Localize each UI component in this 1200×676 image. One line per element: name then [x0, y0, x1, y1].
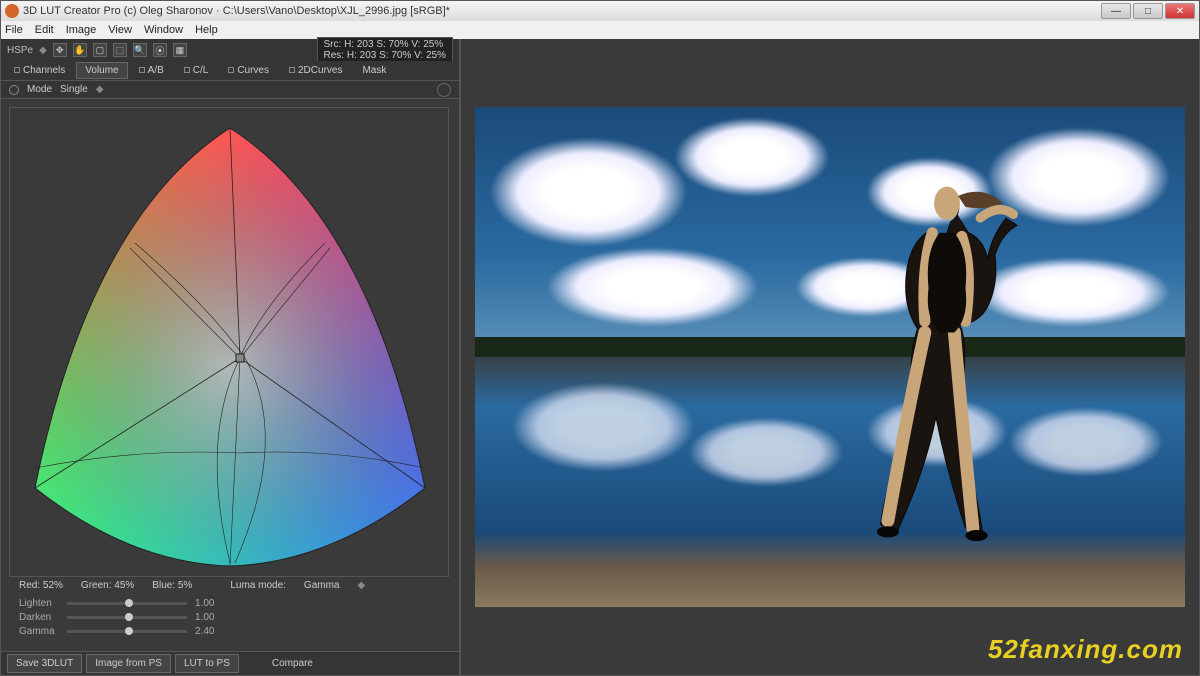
- bottom-bar: Save 3DLUT Image from PS LUT to PS Compa…: [1, 651, 459, 675]
- toolbar: HSPe ◆ ✥ ✋ ▢ ⬚ 🔍 ⦿ ▦ Src: H: 203 S: 70% …: [1, 39, 459, 61]
- tab-cl[interactable]: C/L: [175, 62, 218, 79]
- workspace: HSPe ◆ ✥ ✋ ▢ ⬚ 🔍 ⦿ ▦ Src: H: 203 S: 70% …: [1, 39, 1199, 675]
- tab-2dcurves[interactable]: 2DCurves: [280, 62, 351, 79]
- menu-file[interactable]: File: [5, 24, 23, 36]
- crop-tool-icon[interactable]: ▢: [93, 43, 107, 57]
- close-button[interactable]: ✕: [1165, 3, 1195, 19]
- tab-ab[interactable]: A/B: [130, 62, 173, 79]
- darken-thumb[interactable]: [125, 613, 133, 621]
- grid-tool-icon[interactable]: ▦: [173, 43, 187, 57]
- minimize-button[interactable]: —: [1101, 3, 1131, 19]
- hand-tool-icon[interactable]: ✋: [73, 43, 87, 57]
- lighten-thumb[interactable]: [125, 599, 133, 607]
- lighten-track[interactable]: [67, 602, 187, 605]
- subject-figure: [851, 147, 1036, 577]
- zoom-tool-icon[interactable]: 🔍: [133, 43, 147, 57]
- lut-to-ps-button[interactable]: LUT to PS: [175, 654, 239, 673]
- color-panel: Red: 52% Green: 45% Blue: 5% Luma mode: …: [1, 99, 459, 651]
- gamma-thumb[interactable]: [125, 627, 133, 635]
- eyedropper-tool-icon[interactable]: ⦿: [153, 43, 167, 57]
- slider-darken: Darken 1.00: [19, 610, 441, 624]
- slider-lighten: Lighten 1.00: [19, 596, 441, 610]
- window-title: 3D LUT Creator Pro (c) Oleg Sharonov · C…: [23, 5, 1099, 17]
- mode-label: Mode: [27, 84, 52, 95]
- gamut-triangle[interactable]: [30, 118, 430, 568]
- preview-image: [475, 107, 1185, 607]
- menu-view[interactable]: View: [108, 24, 132, 36]
- tab-mask[interactable]: Mask: [353, 62, 395, 79]
- tabs: Channels Volume A/B C/L Curves 2DCurves …: [1, 61, 459, 81]
- image-from-ps-button[interactable]: Image from PS: [86, 654, 171, 673]
- compare-button[interactable]: Compare: [272, 658, 313, 669]
- maximize-button[interactable]: □: [1133, 3, 1163, 19]
- menu-edit[interactable]: Edit: [35, 24, 54, 36]
- rgb-readout: Red: 52% Green: 45% Blue: 5% Luma mode: …: [9, 577, 451, 594]
- src-info: Src: H: 203 S: 70% V: 25% Res: H: 203 S:…: [317, 37, 453, 63]
- menu-window[interactable]: Window: [144, 24, 183, 36]
- tab-channels[interactable]: Channels: [5, 62, 74, 79]
- mode-bar: Mode Single ◆: [1, 81, 459, 99]
- blue-value: Blue: 5%: [152, 580, 192, 591]
- colorspace-label[interactable]: HSPe: [7, 45, 33, 56]
- sliders: Lighten 1.00 Darken 1.00 Gamma 2.40: [9, 594, 451, 640]
- menubar: File Edit Image View Window Help: [1, 21, 1199, 39]
- luma-mode-label: Luma mode:: [230, 580, 286, 591]
- red-value: Red: 52%: [19, 580, 63, 591]
- mode-radio-icon[interactable]: [9, 85, 19, 95]
- reset-button[interactable]: [437, 83, 451, 97]
- tab-volume[interactable]: Volume: [76, 62, 127, 79]
- center-handle[interactable]: [236, 354, 244, 362]
- tab-curves[interactable]: Curves: [219, 62, 278, 79]
- green-value: Green: 45%: [81, 580, 134, 591]
- menu-image[interactable]: Image: [66, 24, 97, 36]
- darken-track[interactable]: [67, 616, 187, 619]
- mode-value[interactable]: Single: [60, 84, 88, 95]
- titlebar[interactable]: 3D LUT Creator Pro (c) Oleg Sharonov · C…: [1, 1, 1199, 21]
- select-tool-icon[interactable]: ⬚: [113, 43, 127, 57]
- gamma-track[interactable]: [67, 630, 187, 633]
- color-volume[interactable]: [9, 107, 449, 577]
- left-panel: HSPe ◆ ✥ ✋ ▢ ⬚ 🔍 ⦿ ▦ Src: H: 203 S: 70% …: [1, 39, 461, 675]
- slider-gamma: Gamma 2.40: [19, 624, 441, 638]
- luma-mode-value[interactable]: Gamma: [304, 580, 340, 591]
- watermark: 52fanxing.com: [988, 634, 1183, 665]
- preview-panel[interactable]: 52fanxing.com: [461, 39, 1199, 675]
- move-tool-icon[interactable]: ✥: [53, 43, 67, 57]
- menu-help[interactable]: Help: [195, 24, 218, 36]
- save-3dlut-button[interactable]: Save 3DLUT: [7, 654, 82, 673]
- app-window: 3D LUT Creator Pro (c) Oleg Sharonov · C…: [0, 0, 1200, 676]
- app-icon: [5, 4, 19, 18]
